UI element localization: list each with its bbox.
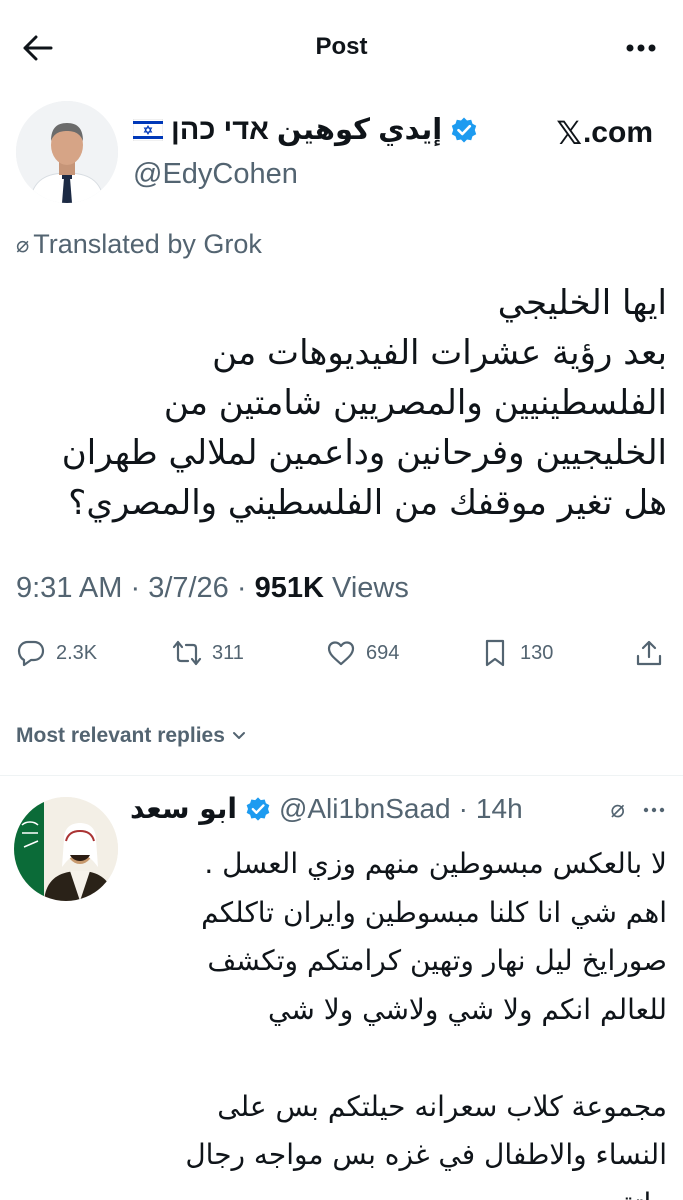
reply-text-line: النساء والاطفال في غزه بس مواجه رجال	[185, 1138, 667, 1171]
reply-text: لا بالعكس مبسوطين منهم وزي العسل . اهم ش…	[127, 840, 667, 1200]
author-handle[interactable]: @EdyCohen	[133, 158, 298, 191]
post-text: ايها الخليجي بعد رؤية عشرات الفيديوهات م…	[16, 278, 667, 528]
meta-separator: ·	[130, 572, 149, 604]
like-button[interactable]: 694	[326, 638, 399, 668]
post-text-line: الفلسطينيين والمصريين شامتين من	[163, 383, 667, 423]
views-count[interactable]: 951K	[255, 572, 324, 604]
more-horizontal-icon[interactable]	[643, 807, 665, 813]
reply-header-icons: ⌀	[611, 795, 665, 824]
post-text-line: هل تغير موقفك من الفلسطيني والمصري؟	[68, 483, 667, 523]
more-options-button[interactable]	[621, 30, 661, 66]
chevron-down-icon	[232, 732, 245, 739]
repost-icon	[172, 640, 202, 666]
top-bar: Post	[0, 0, 683, 94]
heart-icon	[327, 641, 355, 666]
reply-bubble-icon	[17, 640, 45, 667]
author-name[interactable]: إيدي كوهين אדי כהן	[171, 112, 442, 147]
like-count: 694	[366, 641, 400, 664]
translation-note[interactable]: ⌀ Translated by Grok	[16, 229, 262, 260]
author-name-row: إيدي كوهين אדי כהן	[133, 112, 478, 147]
bookmark-count: 130	[520, 641, 554, 664]
repost-button[interactable]: 311	[172, 638, 244, 668]
reply-text-line: لا بالعكس مبسوطين منهم وزي العسل .	[204, 847, 667, 880]
post-actions: 2.3K 311 694 130	[0, 638, 683, 678]
bookmark-button[interactable]: 130	[480, 638, 553, 668]
x-logo-icon: 𝕏	[556, 114, 582, 152]
share-icon	[636, 640, 662, 666]
post-date[interactable]: 3/7/26	[148, 572, 229, 604]
views-label: Views	[332, 572, 409, 604]
reply-text-line: ماتقدرون	[127, 1180, 667, 1200]
repost-count: 311	[212, 641, 244, 664]
reply-author-handle[interactable]: @Ali1bnSaad	[279, 793, 451, 825]
reply-text-line: اهم شي انا كلنا مبسوطين وايران تاكلكم	[201, 895, 667, 929]
replies-sort-label: Most relevant replies	[16, 724, 225, 747]
reply-text-line	[127, 1034, 667, 1083]
verified-badge-icon	[246, 796, 270, 821]
grok-slash-circle-icon: ⌀	[16, 231, 30, 257]
share-button[interactable]	[634, 638, 664, 668]
reply-button[interactable]: 2.3K	[16, 638, 97, 668]
author-avatar[interactable]	[16, 101, 118, 203]
grok-slash-circle-icon[interactable]: ⌀	[611, 795, 625, 824]
reply-age[interactable]: 14h	[476, 793, 523, 825]
post-meta: 9:31 AM · 3/7/26 · 951K Views	[16, 572, 409, 605]
reply-text-line: مجموعة كلاب سعرانه حيلتكم بس على	[217, 1089, 667, 1123]
meta-separator: ·	[236, 572, 255, 604]
source-badge-text: .com	[582, 116, 653, 149]
reply-author-name[interactable]: ابو سعد	[130, 792, 237, 825]
divider	[0, 775, 683, 776]
reply-count: 2.3K	[56, 641, 98, 664]
post-text-line: ايها الخليجي	[497, 283, 667, 323]
bookmark-icon	[485, 639, 505, 667]
post-text-line: بعد رؤية عشرات الفيديوهات من	[212, 333, 667, 373]
translated-label: Translated by Grok	[33, 229, 262, 259]
page-title: Post	[315, 33, 368, 60]
post-time[interactable]: 9:31 AM	[16, 572, 122, 604]
reply-text-line: للعالم انكم ولا شي ولاشي ولا شي	[268, 992, 667, 1026]
reply-text-line: صورايخ ليل نهار وتهين كرامتكم وتكشف	[207, 944, 667, 977]
meta-separator: ·	[458, 792, 468, 824]
reply-header: ابو سعد @Ali1bnSaad · 14h	[130, 792, 523, 825]
israel-flag-icon	[133, 118, 163, 141]
x-com-source-badge: 𝕏 .com	[556, 114, 653, 152]
replies-sort-dropdown[interactable]: Most relevant replies	[16, 724, 247, 748]
more-horizontal-icon	[626, 44, 656, 52]
verified-badge-icon	[452, 117, 477, 142]
post-text-line: الخليجيين وفرحانين وداعمين لملالي طهران	[61, 433, 667, 473]
reply-author-avatar[interactable]	[14, 797, 118, 901]
